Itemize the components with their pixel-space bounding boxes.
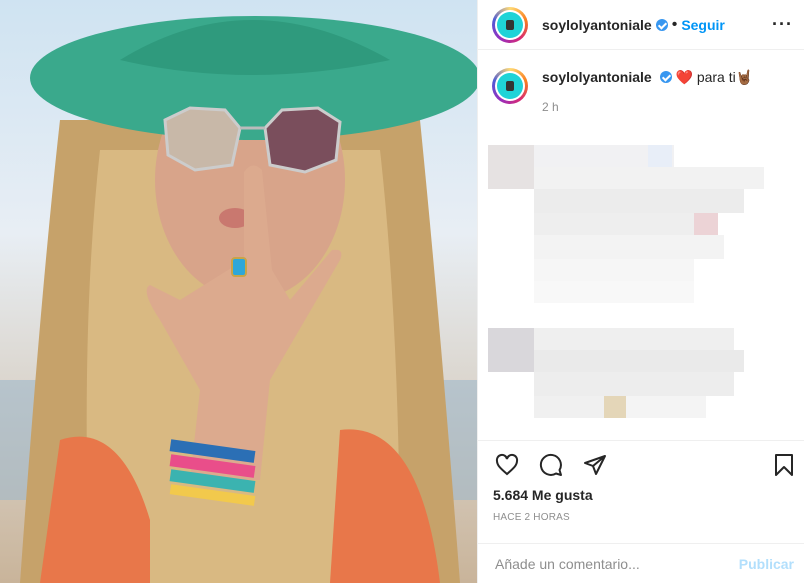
follow-button[interactable]: Seguir (681, 17, 725, 33)
heart-icon[interactable] (493, 451, 521, 479)
comment-bar: Publicar (477, 543, 804, 583)
likes-count[interactable]: 5.684 Me gusta (493, 487, 593, 503)
more-icon[interactable]: ··· (772, 14, 793, 35)
rock-hand-emoji: 🤘🏾 (735, 69, 754, 85)
caption-timestamp[interactable]: 2 h (542, 98, 753, 116)
caption-username[interactable]: soylolyantoniale (542, 69, 652, 85)
bookmark-icon[interactable] (770, 451, 798, 479)
username-link[interactable]: soylolyantoniale (542, 17, 652, 33)
publish-button[interactable]: Publicar (739, 556, 794, 572)
share-icon[interactable] (581, 451, 609, 479)
post-header: soylolyantoniale • Seguir ··· (478, 0, 804, 50)
post-photo (0, 0, 477, 583)
separator-dot: • (671, 15, 678, 33)
caption-avatar[interactable] (492, 68, 528, 104)
caption-text: para ti (696, 69, 736, 85)
post-timestamp[interactable]: HACE 2 HORAS (493, 512, 570, 523)
post-actions: 5.684 Me gusta HACE 2 HORAS (477, 440, 804, 543)
caption: soylolyantoniale ❤️ para ti🤘🏾 2 h (478, 50, 804, 116)
comment-input[interactable] (493, 554, 727, 573)
comment-icon[interactable] (537, 451, 565, 479)
avatar[interactable] (492, 6, 528, 43)
heart-emoji: ❤️ (675, 69, 693, 85)
verified-badge-icon (659, 71, 672, 83)
verified-badge-icon (655, 18, 668, 31)
